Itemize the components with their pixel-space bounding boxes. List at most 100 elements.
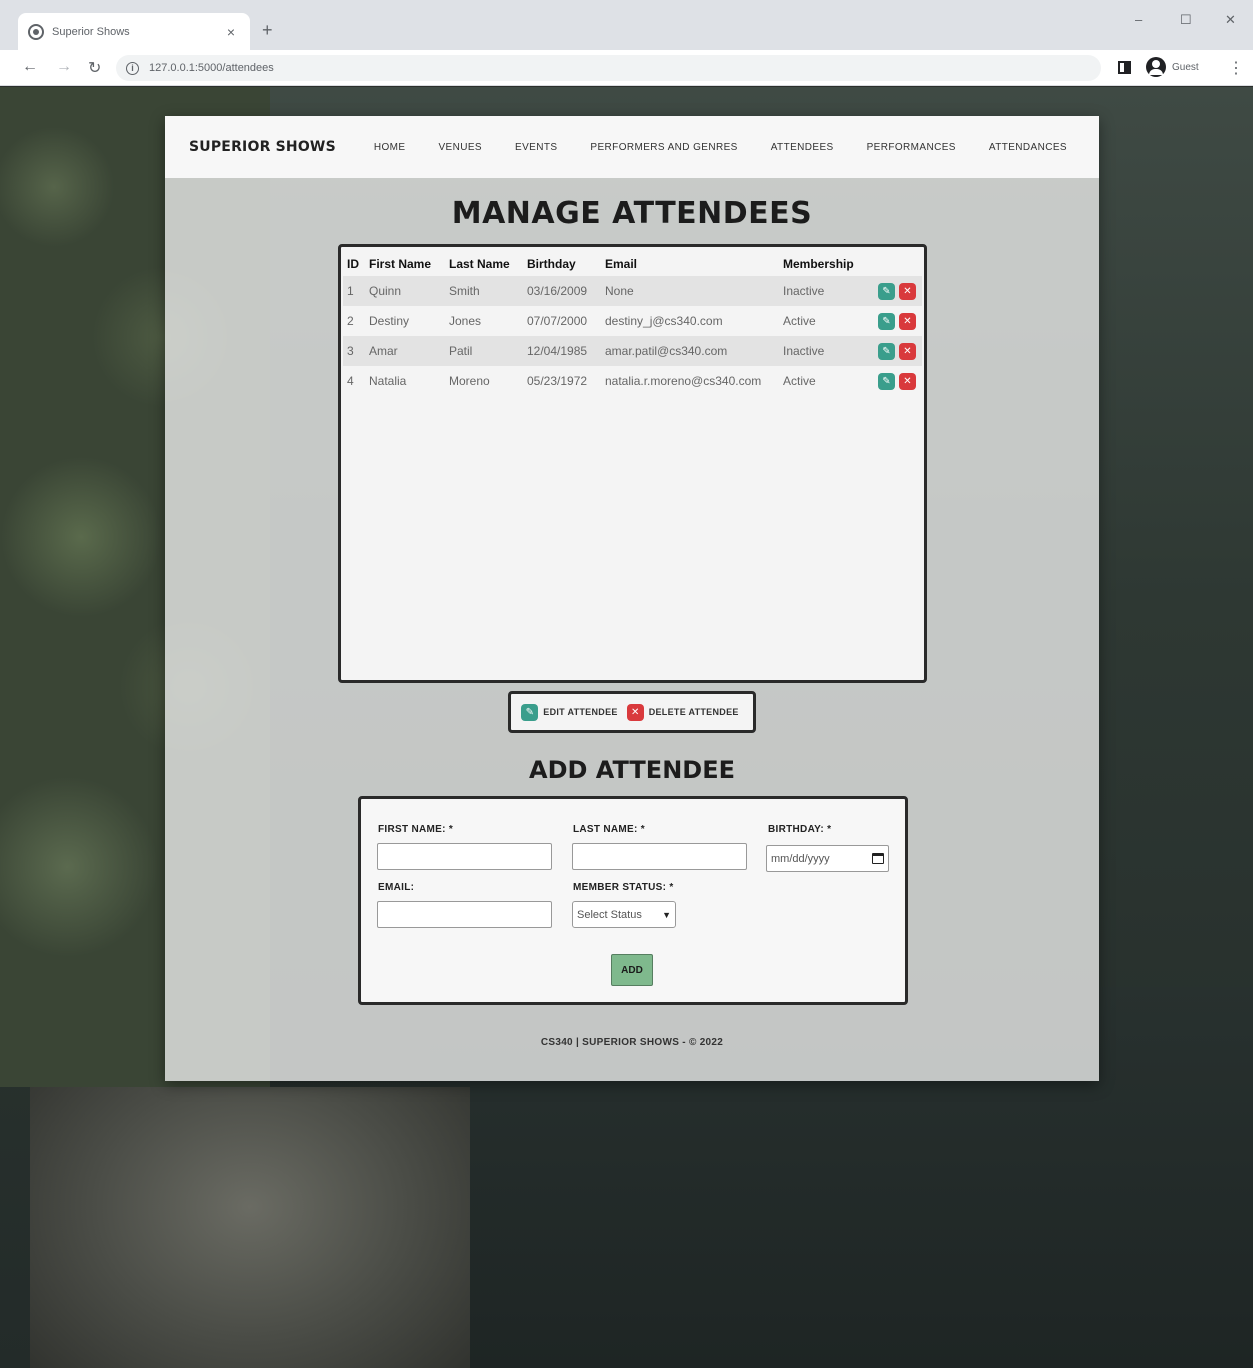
cell-first-name: Quinn — [365, 276, 445, 306]
table-row: 1 Quinn Smith 03/16/2009 None Inactive ✎… — [343, 276, 922, 306]
add-section-title: ADD ATTENDEE — [529, 756, 735, 784]
legend-delete-label: DELETE ATTENDEE — [648, 707, 739, 717]
cell-email: amar.patil@cs340.com — [601, 336, 779, 366]
cell-birthday: 05/23/1972 — [527, 374, 588, 388]
cell-membership: Active — [783, 314, 816, 328]
cell-email: natalia.r.moreno@cs340.com — [605, 374, 762, 388]
member-status-select[interactable]: Select Status ▼ — [572, 901, 676, 928]
navbar: SUPERIOR SHOWS HOME VENUES EVENTS PERFOR… — [165, 116, 1099, 178]
footer-text: CS340 | SUPERIOR SHOWS - © 2022 — [540, 1037, 724, 1048]
column-header-id: ID — [347, 257, 359, 271]
table-row: 4 Natalia Moreno 05/23/1972 natalia.r.mo… — [343, 366, 922, 396]
nav-attendances[interactable]: ATTENDANCES — [989, 142, 1067, 153]
more-menu-icon[interactable]: ⋮ — [1228, 58, 1244, 78]
tab-title: Superior Shows — [52, 25, 130, 38]
reload-icon[interactable]: ↻ — [88, 58, 101, 78]
browser-tab[interactable]: Superior Shows × — [18, 13, 250, 50]
add-button[interactable]: ADD — [611, 954, 653, 986]
x-icon: ✕ — [903, 345, 912, 357]
maximize-icon[interactable]: ☐ — [1180, 12, 1192, 28]
edit-row-button[interactable]: ✎ — [878, 342, 895, 360]
new-tab-icon[interactable]: + — [262, 20, 273, 41]
table-row: 2 Destiny Jones 07/07/2000 destiny_j@cs3… — [343, 306, 922, 336]
edit-row-button[interactable]: ✎ — [878, 312, 895, 330]
cell-membership: Inactive — [779, 276, 863, 306]
email-input[interactable] — [377, 901, 552, 928]
cell-last-name: Patil — [445, 336, 523, 366]
forward-arrow-icon[interactable]: → — [56, 58, 72, 76]
cell-id: 3 — [343, 336, 365, 366]
legend-edit-label: EDIT ATTENDEE — [543, 707, 618, 717]
cell-email: None — [601, 276, 779, 306]
cell-actions: ✎ ✕ — [863, 366, 922, 396]
address-bar[interactable]: i 127.0.0.1:5000/attendees — [116, 55, 1101, 81]
cell-first-name: Destiny — [369, 314, 410, 328]
cell-id: 2 — [347, 314, 354, 328]
profile-label: Guest — [1172, 61, 1199, 73]
delete-row-button[interactable]: ✕ — [899, 342, 916, 360]
last-name-input[interactable] — [572, 843, 747, 870]
cell-first-name: Natalia — [369, 374, 407, 388]
cell-birthday: 03/16/2009 — [523, 276, 601, 306]
nav-venues[interactable]: VENUES — [438, 142, 482, 153]
first-name-label: FIRST NAME: * — [378, 824, 454, 835]
nav-attendees[interactable]: ATTENDEES — [771, 142, 834, 153]
x-icon: ✕ — [903, 285, 912, 297]
cell-actions: ✎ ✕ — [863, 336, 922, 366]
nav-home[interactable]: HOME — [374, 142, 406, 153]
cell-last-name: Moreno — [449, 374, 490, 388]
last-name-label: LAST NAME: * — [573, 824, 645, 835]
edit-row-button[interactable]: ✎ — [878, 372, 895, 390]
page-title: MANAGE ATTENDEES — [451, 196, 813, 231]
action-legend: ✎ EDIT ATTENDEE ✕ DELETE ATTENDEE — [508, 691, 756, 733]
account-icon — [1146, 57, 1166, 77]
member-status-value: Select Status — [577, 908, 642, 921]
attendees-table-container: ID First Name Last Name Birthday Email M… — [338, 244, 927, 683]
pencil-icon: ✎ — [882, 285, 891, 297]
brand-link[interactable]: SUPERIOR SHOWS — [189, 139, 336, 155]
column-header-membership: Membership — [783, 257, 854, 271]
cell-actions: ✎ ✕ — [863, 306, 922, 336]
globe-icon — [28, 23, 44, 40]
window-close-icon[interactable]: ✕ — [1225, 12, 1236, 28]
table-row: 3 Amar Patil 12/04/1985 amar.patil@cs340… — [343, 336, 922, 366]
edit-row-button[interactable]: ✎ — [878, 282, 895, 300]
cell-last-name: Jones — [449, 314, 482, 328]
nav-events[interactable]: EVENTS — [515, 142, 557, 153]
cell-email: destiny_j@cs340.com — [605, 314, 723, 328]
url-text: 127.0.0.1:5000/attendees — [149, 62, 274, 74]
nav-performers-and-genres[interactable]: PERFORMERS AND GENRES — [590, 142, 737, 153]
tab-close-icon[interactable]: × — [222, 24, 240, 40]
column-header-last-name: Last Name — [449, 257, 510, 271]
add-attendee-form: FIRST NAME: * LAST NAME: * BIRTHDAY: * m… — [358, 796, 908, 1005]
pencil-icon: ✎ — [882, 315, 891, 327]
column-header-actions — [863, 252, 922, 276]
pencil-icon: ✎ — [882, 375, 891, 387]
chevron-down-icon: ▼ — [662, 909, 671, 920]
side-panel-icon[interactable] — [1118, 61, 1131, 74]
pencil-icon: ✎ — [882, 345, 891, 357]
cell-id: 1 — [343, 276, 365, 306]
x-icon: ✕ — [903, 315, 912, 327]
birthday-input[interactable]: mm/dd/yyyy — [766, 845, 889, 872]
column-header-birthday: Birthday — [527, 257, 576, 271]
nav-performances[interactable]: PERFORMANCES — [867, 142, 956, 153]
cell-membership: Inactive — [779, 336, 863, 366]
first-name-input[interactable] — [377, 843, 552, 870]
profile-button[interactable]: Guest — [1146, 57, 1199, 77]
page-card: SUPERIOR SHOWS HOME VENUES EVENTS PERFOR… — [165, 116, 1099, 1081]
info-icon[interactable]: i — [126, 61, 139, 75]
calendar-icon[interactable] — [872, 853, 884, 864]
delete-row-button[interactable]: ✕ — [899, 312, 916, 330]
birthday-placeholder: mm/dd/yyyy — [771, 852, 830, 865]
cell-birthday: 07/07/2000 — [527, 314, 588, 328]
browser-tab-strip: Superior Shows × + – ☐ ✕ — [0, 0, 1253, 50]
pencil-icon: ✎ — [521, 703, 539, 721]
birthday-label: BIRTHDAY: * — [768, 824, 832, 835]
delete-row-button[interactable]: ✕ — [899, 282, 916, 300]
delete-row-button[interactable]: ✕ — [899, 372, 916, 390]
column-header-email: Email — [605, 257, 638, 271]
back-arrow-icon[interactable]: ← — [22, 58, 38, 76]
browser-toolbar: ← → ↻ i 127.0.0.1:5000/attendees Guest ⋮ — [0, 50, 1253, 86]
minimize-icon[interactable]: – — [1135, 12, 1142, 27]
